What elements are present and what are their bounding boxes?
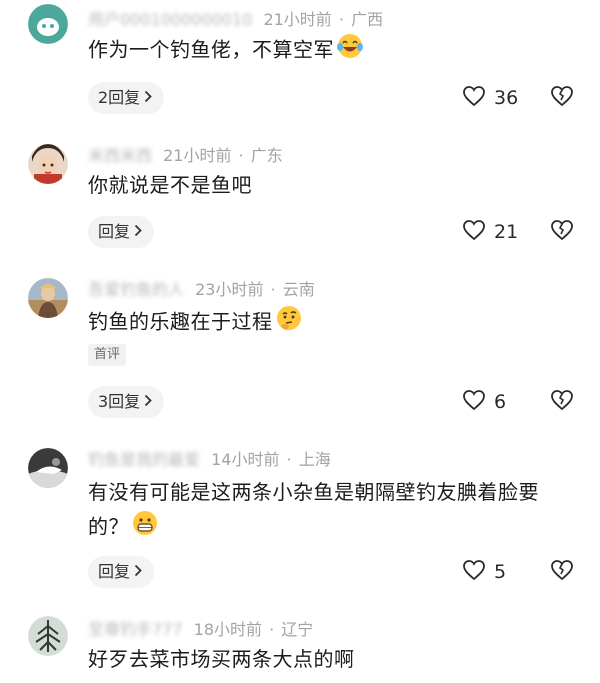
like-count: 21 (494, 221, 519, 243)
comment-location: 云南 (282, 280, 315, 299)
comment-text: 作为一个钓鱼佬，不算空军 (88, 37, 334, 62)
comment-meta: 用户0001000000010 21小时前 · 广西 (88, 10, 383, 30)
username[interactable]: 吾爱钓鱼的人 (88, 280, 184, 300)
broken-heart-outline-icon (550, 559, 574, 585)
separator: · (269, 620, 275, 639)
like-count: 36 (494, 87, 519, 109)
chevron-right-icon (144, 386, 152, 418)
comment-text-block: 好歹去菜市场买两条大点的啊 (88, 642, 578, 676)
separator: · (270, 280, 276, 299)
avatar[interactable] (28, 448, 68, 488)
heart-outline-icon (462, 559, 494, 586)
username[interactable]: 至尊钓手777 (88, 620, 183, 640)
reply-button[interactable]: 回复 (88, 216, 155, 248)
heart-outline-icon (462, 219, 494, 246)
like-count: 5 (494, 561, 507, 583)
heart-outline-icon (462, 389, 494, 416)
dislike-button[interactable] (550, 82, 574, 114)
comment-text: 你就说是不是鱼吧 (88, 173, 252, 197)
comment-location: 广东 (250, 146, 283, 165)
view-replies-button[interactable]: 2回复 (88, 82, 165, 114)
avatar[interactable] (28, 144, 68, 184)
comment-location: 上海 (298, 450, 331, 469)
comment-meta: 钓鱼是我的最爱 14小时前 · 上海 (88, 450, 331, 470)
comment-location: 辽宁 (281, 620, 314, 639)
like-button[interactable]: 6 (462, 386, 506, 418)
comment-meta: 吾爱钓鱼的人 23小时前 · 云南 (88, 280, 315, 300)
like-count: 6 (494, 391, 507, 413)
reply-label: 3回复 (98, 392, 141, 411)
separator: · (286, 450, 292, 469)
comment-time: 23小时前 (195, 280, 264, 299)
chevron-right-icon (134, 556, 142, 588)
reply-label: 2回复 (98, 88, 141, 107)
broken-heart-outline-icon (550, 85, 574, 111)
broken-heart-outline-icon (550, 389, 574, 415)
avatar[interactable] (28, 616, 68, 656)
comment-time: 14小时前 (211, 450, 280, 469)
username[interactable]: 用户0001000000010 (88, 10, 252, 30)
comment-text-block: 有没有可能是这两条小杂鱼是朝隔壁钓友腆着脸要的？ (88, 475, 568, 547)
comment-text: 钓鱼的乐趣在于过程 (88, 309, 273, 334)
username[interactable]: 米西米西 (88, 146, 152, 166)
comment-time: 21小时前 (263, 10, 332, 29)
comment-text-block: 钓鱼的乐趣在于过程 (88, 304, 578, 342)
grinning-face-emoji-icon (131, 509, 159, 547)
view-replies-button[interactable]: 3回复 (88, 386, 165, 418)
username[interactable]: 钓鱼是我的最爱 (88, 450, 200, 470)
laughing-crying-emoji-icon (336, 32, 364, 70)
separator: · (238, 146, 244, 165)
comment-location: 广西 (351, 10, 384, 29)
dislike-button[interactable] (550, 386, 574, 418)
comment-meta: 米西米西 21小时前 · 广东 (88, 146, 283, 166)
like-button[interactable]: 36 (462, 82, 518, 114)
broken-heart-outline-icon (550, 219, 574, 245)
reply-button[interactable]: 回复 (88, 556, 155, 588)
chevron-right-icon (134, 216, 142, 248)
comment-text-block: 作为一个钓鱼佬，不算空军 (88, 32, 578, 70)
dislike-button[interactable] (550, 216, 574, 248)
avatar[interactable] (28, 4, 68, 44)
dislike-button[interactable] (550, 556, 574, 588)
comment-time: 21小时前 (163, 146, 232, 165)
comment-time: 18小时前 (193, 620, 263, 639)
comment-meta: 至尊钓手777 18小时前 · 辽宁 (88, 620, 313, 640)
chevron-right-icon (144, 82, 152, 114)
reply-label: 回复 (98, 222, 131, 241)
first-comment-badge: 首评 (88, 344, 127, 366)
like-button[interactable]: 5 (462, 556, 506, 588)
comment-text: 好歹去菜市场买两条大点的啊 (88, 647, 355, 671)
thinking-face-emoji-icon (275, 304, 303, 342)
separator: · (338, 10, 344, 29)
heart-outline-icon (462, 85, 494, 112)
reply-label: 回复 (98, 562, 131, 581)
avatar[interactable] (28, 278, 68, 318)
comment-text-block: 你就说是不是鱼吧 (88, 168, 578, 202)
like-button[interactable]: 21 (462, 216, 518, 248)
